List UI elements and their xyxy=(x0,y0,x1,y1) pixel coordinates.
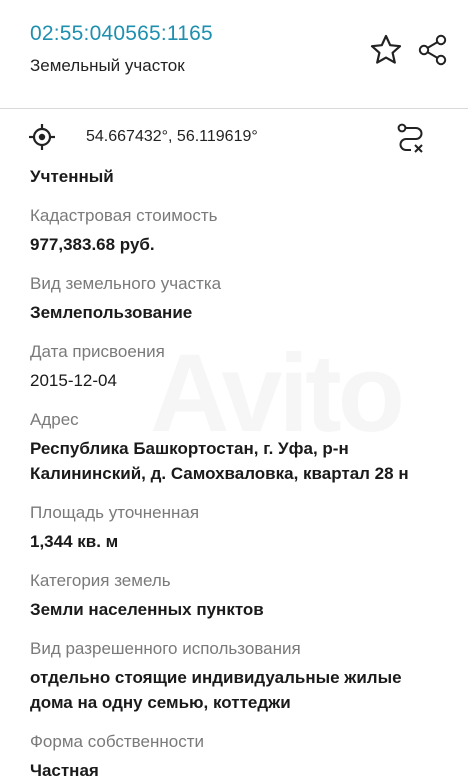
field-label: Форма собственности xyxy=(30,732,204,751)
route-button[interactable] xyxy=(394,121,428,155)
field-value: отдельно стоящие индивидуальные жилые до… xyxy=(30,668,402,712)
field-address: Адрес Республика Башкортостан, г. Уфа, р… xyxy=(0,408,468,486)
field-value: Земли населенных пунктов xyxy=(30,600,264,619)
field-area: Площадь уточненная 1,344 кв. м xyxy=(0,501,468,554)
field-value: 977,383.68 руб. xyxy=(30,235,155,254)
field-assign-date: Дата присвоения 2015-12-04 xyxy=(0,340,468,393)
field-label: Адрес xyxy=(30,410,79,429)
star-outline-icon xyxy=(370,34,402,64)
field-value: Землепользование xyxy=(30,303,193,322)
coordinates-text[interactable]: 54.667432°, 56.119619° xyxy=(86,128,258,146)
field-label: Дата присвоения xyxy=(30,342,165,361)
field-label: Кадастровая стоимость xyxy=(30,206,218,225)
field-label: Вид земельного участка xyxy=(30,274,222,293)
field-permitted-use: Вид разрешенного использования отдельно … xyxy=(0,637,468,715)
crosshair-target-icon xyxy=(29,124,55,150)
locate-button[interactable] xyxy=(28,123,56,151)
field-label: Категория земель xyxy=(30,571,171,590)
field-cadastral-value: Кадастровая стоимость 977,383.68 руб. xyxy=(0,204,468,257)
object-type: Земельный участок xyxy=(30,56,185,75)
field-value: 2015-12-04 xyxy=(30,371,117,390)
details-list: Учтенный Кадастровая стоимость 977,383.6… xyxy=(0,160,468,783)
field-label: Вид разрешенного использования xyxy=(30,639,301,658)
field-land-type: Вид земельного участка Землепользование xyxy=(0,272,468,325)
field-label: Площадь уточненная xyxy=(30,503,200,522)
share-icon xyxy=(418,34,447,66)
field-value: 1,344 кв. м xyxy=(30,532,119,551)
status-row: Учтенный xyxy=(0,160,468,189)
field-value: Республика Башкортостан, г. Уфа, р-н Кал… xyxy=(30,439,409,483)
field-land-category: Категория земель Земли населенных пункто… xyxy=(0,569,468,622)
field-ownership: Форма собственности Частная xyxy=(0,730,468,783)
field-value: Частная xyxy=(30,761,99,780)
coordinates-bar: 54.667432°, 56.119619° xyxy=(0,109,468,167)
status-value: Учтенный xyxy=(30,167,114,186)
favorite-button[interactable] xyxy=(366,30,406,70)
header: 02:55:040565:1165 Земельный участок xyxy=(0,0,468,110)
route-close-icon xyxy=(397,123,423,153)
cadastral-number: 02:55:040565:1165 xyxy=(30,22,213,45)
share-button[interactable] xyxy=(412,30,452,70)
